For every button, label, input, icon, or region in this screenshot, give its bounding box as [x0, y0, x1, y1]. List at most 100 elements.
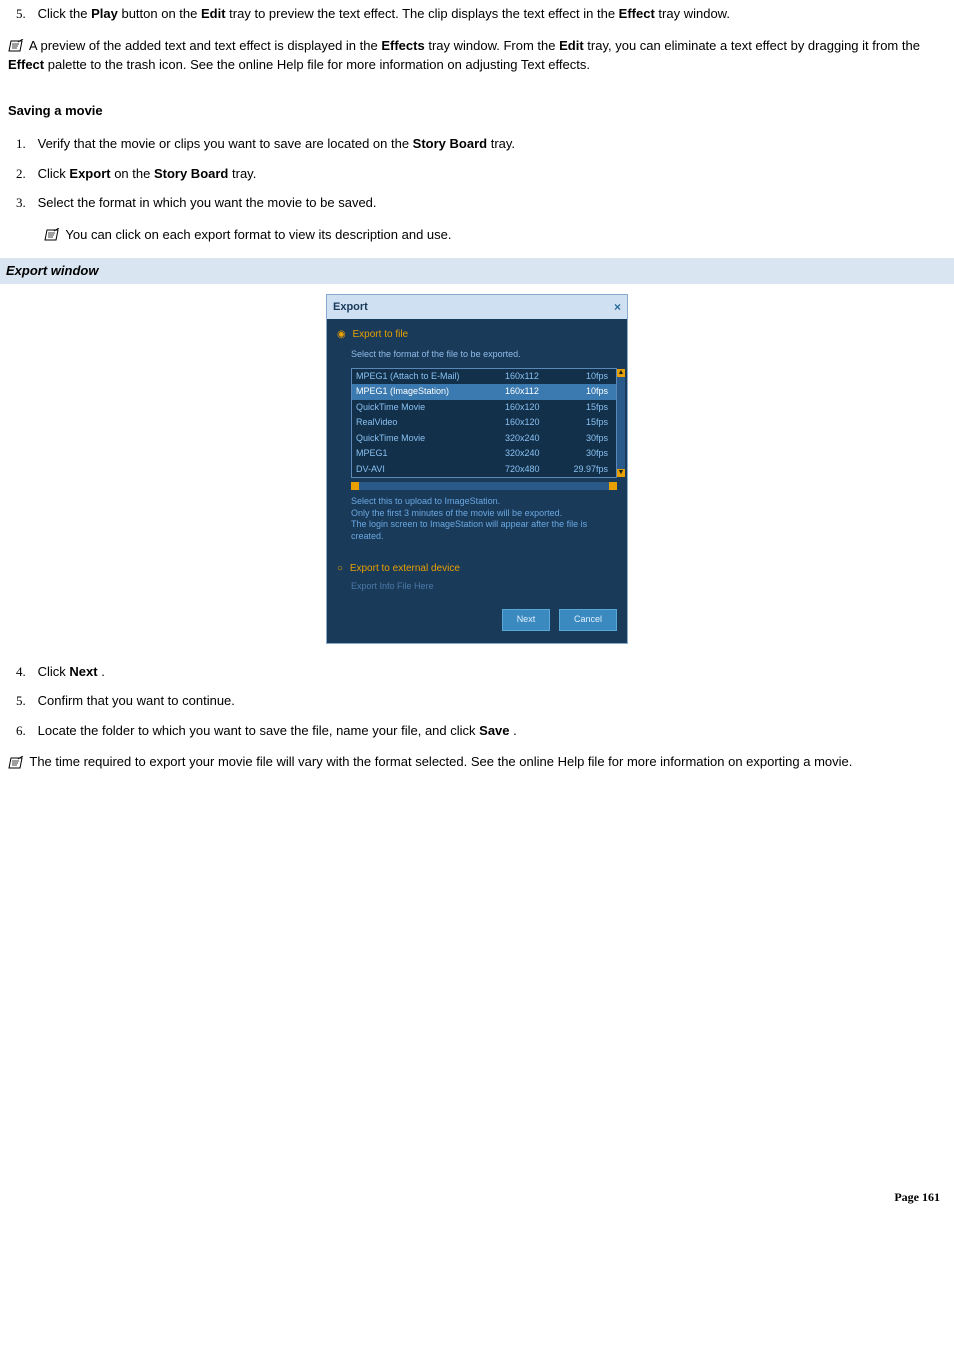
save-step-3: 3. Select the format in which you want t…: [36, 193, 946, 213]
format-fps: 29.97fps: [560, 463, 612, 477]
list-index: 5.: [16, 4, 34, 24]
heading-saving-movie: Saving a movie: [8, 101, 946, 121]
scroll-up-icon[interactable]: ▲: [617, 369, 625, 377]
format-fps: 10fps: [560, 385, 612, 399]
format-name: DV-AVI: [356, 463, 505, 477]
scroll-down-icon[interactable]: ▼: [617, 469, 625, 477]
step-list-continued: 5. Click the Play button on the Edit tra…: [8, 4, 946, 24]
save-steps: 1. Verify that the movie or clips you wa…: [8, 134, 946, 213]
label: Export to external device: [350, 563, 460, 574]
bold: Play: [91, 6, 118, 21]
bold: Edit: [201, 6, 226, 21]
format-name: QuickTime Movie: [356, 401, 505, 415]
format-row[interactable]: QuickTime Movie320x24030fps: [352, 431, 616, 447]
text: Click: [38, 166, 70, 181]
format-fps: 15fps: [560, 416, 612, 430]
save-step-2: 2. Click Export on the Story Board tray.: [36, 164, 946, 184]
bold: Next: [69, 664, 97, 679]
text: tray window.: [658, 6, 730, 21]
list-index: 3.: [16, 193, 34, 213]
export-subtext: Select the format of the file to be expo…: [351, 348, 617, 362]
desc-line: The login screen to ImageStation will ap…: [351, 519, 617, 542]
text: tray.: [491, 136, 515, 151]
format-name: RealVideo: [356, 416, 505, 430]
horizontal-slider[interactable]: [351, 482, 617, 490]
text: .: [101, 664, 105, 679]
format-res: 160x112: [505, 370, 560, 384]
bold: Effect: [619, 6, 655, 21]
text: Click the: [38, 6, 91, 21]
format-description: Select this to upload to ImageStation. O…: [351, 496, 617, 543]
close-icon[interactable]: ×: [614, 298, 621, 316]
format-row[interactable]: MPEG1 (Attach to E-Mail)160x11210fps: [352, 369, 616, 385]
text: You can click on each export format to v…: [65, 227, 451, 242]
cancel-button[interactable]: Cancel: [559, 609, 617, 631]
format-row[interactable]: QuickTime Movie160x12015fps: [352, 400, 616, 416]
bold: Story Board: [413, 136, 487, 151]
format-name: MPEG1 (ImageStation): [356, 385, 505, 399]
format-list[interactable]: MPEG1 (Attach to E-Mail)160x11210fpsMPEG…: [351, 368, 617, 479]
format-row[interactable]: DV-AVI720x48029.97fps: [352, 462, 616, 478]
bold: Effect: [8, 57, 44, 72]
step-6: 6. Locate the folder to which you want t…: [36, 721, 946, 741]
format-fps: 30fps: [560, 432, 612, 446]
bold: Effects: [381, 38, 424, 53]
list-index: 4.: [16, 662, 34, 682]
after-steps: 4. Click Next . 5. Confirm that you want…: [8, 662, 946, 741]
next-button[interactable]: Next: [502, 609, 551, 631]
radio-export-external[interactable]: ○ Export to external device: [337, 561, 617, 576]
note-export-time: The time required to export your movie f…: [8, 752, 946, 772]
text: Verify that the movie or clips you want …: [38, 136, 413, 151]
format-name: MPEG1: [356, 447, 505, 461]
format-res: 320x240: [505, 447, 560, 461]
format-res: 320x240: [505, 432, 560, 446]
format-row[interactable]: RealVideo160x12015fps: [352, 415, 616, 431]
note-preview: A preview of the added text and text eff…: [8, 36, 946, 75]
list-index: 1.: [16, 134, 34, 154]
format-res: 160x120: [505, 401, 560, 415]
format-row[interactable]: MPEG1320x24030fps: [352, 446, 616, 462]
step-5: 5. Click the Play button on the Edit tra…: [36, 4, 946, 24]
bold: Edit: [559, 38, 584, 53]
page-label: Page 161: [894, 1190, 940, 1204]
format-fps: 10fps: [560, 370, 612, 384]
slider-left-icon[interactable]: [351, 482, 359, 490]
export-title: Export: [333, 301, 368, 313]
text: Confirm that you want to continue.: [38, 693, 235, 708]
step-4: 4. Click Next .: [36, 662, 946, 682]
text: The time required to export your movie f…: [29, 754, 852, 769]
export-figure: Export × ◉ Export to file Select the for…: [8, 294, 946, 644]
scrollbar[interactable]: ▲ ▼: [617, 369, 625, 478]
page-number: Page 161: [0, 1184, 954, 1214]
bold: Story Board: [154, 166, 228, 181]
radio-icon: ◉: [337, 329, 346, 340]
format-res: 160x112: [505, 385, 560, 399]
note-icon: [8, 756, 24, 770]
format-fps: 15fps: [560, 401, 612, 415]
note-icon: [8, 39, 24, 53]
text: tray to preview the text effect. The cli…: [229, 6, 619, 21]
text: tray window. From the: [428, 38, 559, 53]
figure-caption: Export window: [0, 258, 954, 284]
radio-icon: ○: [337, 563, 343, 574]
text: .: [513, 723, 517, 738]
text: tray, you can eliminate a text effect by…: [587, 38, 920, 53]
save-step-1: 1. Verify that the movie or clips you wa…: [36, 134, 946, 154]
export-dim-text: Export Info File Here: [351, 580, 617, 594]
bold: Export: [69, 166, 110, 181]
desc-line: Select this to upload to ImageStation.: [351, 496, 617, 508]
format-row[interactable]: MPEG1 (ImageStation)160x11210fps: [352, 384, 616, 400]
note-icon: [44, 228, 60, 242]
export-titlebar: Export ×: [327, 295, 627, 320]
desc-line: Only the first 3 minutes of the movie wi…: [351, 508, 617, 520]
note-export-format: You can click on each export format to v…: [44, 225, 946, 245]
bold: Save: [479, 723, 509, 738]
text: tray.: [232, 166, 256, 181]
text: Select the format in which you want the …: [38, 195, 377, 210]
slider-right-icon[interactable]: [609, 482, 617, 490]
export-window: Export × ◉ Export to file Select the for…: [326, 294, 628, 644]
text: palette to the trash icon. See the onlin…: [48, 57, 590, 72]
format-res: 720x480: [505, 463, 560, 477]
radio-export-to-file[interactable]: ◉ Export to file: [337, 327, 617, 342]
format-res: 160x120: [505, 416, 560, 430]
